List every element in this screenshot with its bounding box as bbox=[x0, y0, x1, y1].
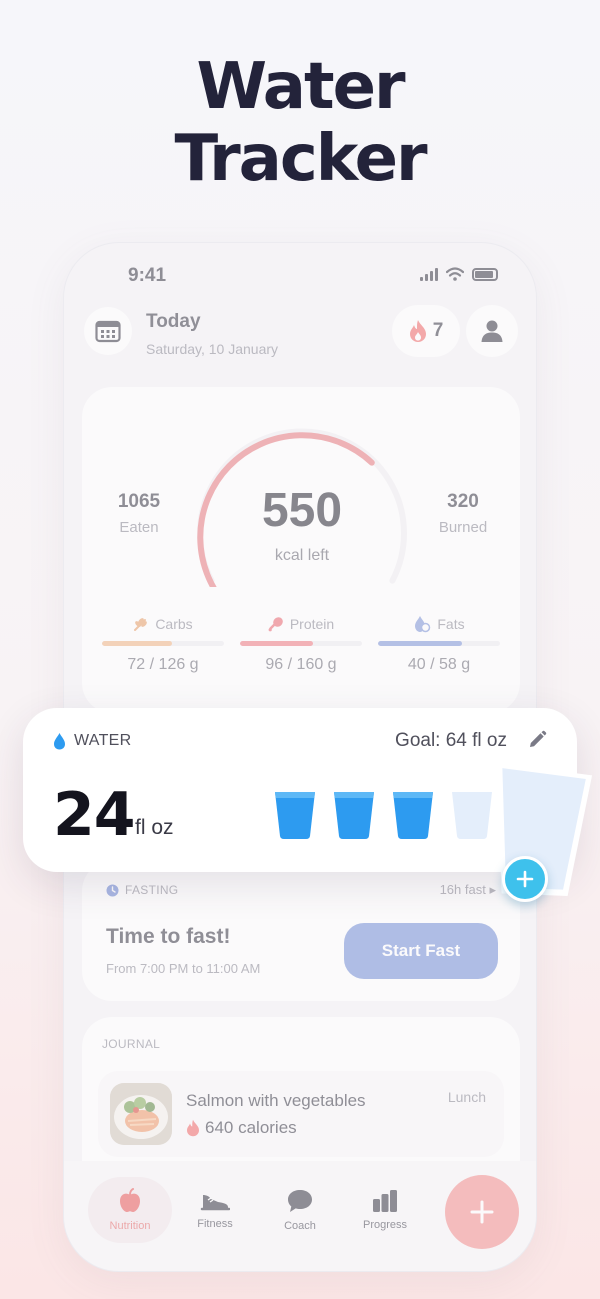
meal-image bbox=[110, 1083, 172, 1145]
macro-fats-fill bbox=[378, 641, 463, 646]
fasting-card: FASTING 16h fast ▸ Time to fast! From 7:… bbox=[82, 861, 520, 1001]
macro-protein-name: Protein bbox=[289, 616, 335, 632]
macro-fats: Fats 40 / 58 g bbox=[378, 613, 500, 674]
macro-carbs-value: 72 / 126 g bbox=[127, 656, 199, 673]
meal-name: Salmon with vegetables bbox=[186, 1091, 366, 1110]
water-glass-filled[interactable] bbox=[332, 788, 376, 840]
oil-drop-icon bbox=[415, 616, 431, 633]
shoe-icon bbox=[200, 1195, 230, 1211]
fasting-window: From 7:00 PM to 11:00 AM bbox=[106, 961, 261, 976]
water-glass-filled[interactable] bbox=[391, 788, 435, 840]
tab-coach[interactable]: Coach bbox=[258, 1177, 342, 1243]
date-subtitle: Saturday, 10 January bbox=[146, 341, 279, 357]
edit-goal-button[interactable] bbox=[527, 730, 547, 755]
tab-nutrition[interactable]: Nutrition bbox=[88, 1177, 172, 1243]
plus-icon bbox=[470, 1200, 494, 1224]
wheat-icon bbox=[134, 618, 148, 631]
wifi-icon bbox=[446, 267, 464, 281]
user-icon bbox=[481, 320, 503, 342]
tab-coach-label: Coach bbox=[284, 1220, 316, 1232]
calories-card[interactable]: 1065 Eaten 550 kcal left 320 Burned Carb… bbox=[82, 387, 520, 713]
journal-label: JOURNAL bbox=[102, 1037, 161, 1051]
meal-time: Lunch bbox=[447, 1089, 486, 1105]
pencil-icon bbox=[530, 730, 547, 747]
macro-carbs-fill bbox=[102, 641, 172, 646]
macro-carbs-name: Carbs bbox=[155, 616, 193, 632]
tab-progress[interactable]: Progress bbox=[343, 1177, 427, 1243]
macro-fats-name: Fats bbox=[437, 616, 465, 632]
meal-calories: 640 calories bbox=[186, 1118, 297, 1138]
start-fast-button[interactable]: Start Fast bbox=[344, 923, 498, 979]
fasting-label: FASTING bbox=[125, 883, 179, 897]
bar-chart-icon bbox=[373, 1190, 397, 1212]
plus-icon bbox=[516, 870, 534, 888]
status-icons bbox=[420, 267, 498, 281]
headline-line-1: Water bbox=[196, 50, 405, 124]
burned-value: 320 bbox=[447, 491, 479, 512]
water-glass-filled[interactable] bbox=[273, 788, 317, 840]
eaten-label: Eaten bbox=[119, 519, 159, 536]
water-drop-icon bbox=[54, 733, 65, 750]
macro-carbs: Carbs 72 / 126 g bbox=[102, 613, 224, 674]
water-amount: 24 bbox=[53, 780, 135, 850]
kcal-left-label: kcal left bbox=[274, 547, 330, 564]
water-header: WATER bbox=[53, 732, 132, 750]
meal-calories-text: 640 calories bbox=[205, 1118, 297, 1137]
add-entry-button[interactable] bbox=[445, 1175, 519, 1249]
chat-icon bbox=[288, 1190, 312, 1212]
macro-fats-value: 40 / 58 g bbox=[407, 656, 471, 673]
water-goal: Goal: 64 fl oz bbox=[395, 730, 507, 751]
water-unit: fl oz bbox=[135, 816, 174, 839]
water-label: WATER bbox=[74, 732, 132, 749]
fasting-header: FASTING bbox=[106, 883, 178, 897]
flame-icon bbox=[187, 1119, 199, 1137]
macro-protein: Protein 96 / 160 g bbox=[240, 613, 362, 674]
tab-fitness-label: Fitness bbox=[197, 1218, 233, 1230]
clock-icon bbox=[106, 884, 119, 896]
streak-badge[interactable]: 7 bbox=[392, 305, 460, 357]
eaten-value: 1065 bbox=[117, 491, 161, 512]
apple-icon bbox=[120, 1188, 140, 1212]
profile-button[interactable] bbox=[466, 305, 518, 357]
streak-count: 7 bbox=[432, 320, 444, 341]
calendar-icon bbox=[95, 320, 121, 343]
status-time: 9:41 bbox=[128, 265, 167, 286]
add-water-button[interactable] bbox=[502, 856, 548, 902]
macro-protein-fill bbox=[240, 641, 314, 646]
flame-icon bbox=[409, 320, 426, 342]
meal-entry[interactable]: Salmon with vegetables 640 calories Lunc… bbox=[98, 1071, 504, 1157]
tab-progress-label: Progress bbox=[362, 1219, 408, 1231]
fast-type-label: 16h fast bbox=[439, 882, 486, 897]
battery-icon bbox=[472, 267, 498, 281]
headline-line-2: Tracker bbox=[174, 122, 427, 196]
tab-fitness[interactable]: Fitness bbox=[173, 1177, 257, 1243]
date-title: Today bbox=[146, 311, 201, 332]
macro-protein-value: 96 / 160 g bbox=[265, 656, 337, 673]
calendar-button[interactable] bbox=[84, 307, 132, 355]
kcal-left-value: 550 bbox=[261, 484, 343, 537]
tab-nutrition-label: Nutrition bbox=[109, 1220, 151, 1232]
drumstick-icon bbox=[268, 617, 283, 632]
burned-label: Burned bbox=[438, 519, 488, 536]
signal-icon bbox=[420, 267, 438, 281]
fasting-title: Time to fast! bbox=[106, 925, 231, 948]
